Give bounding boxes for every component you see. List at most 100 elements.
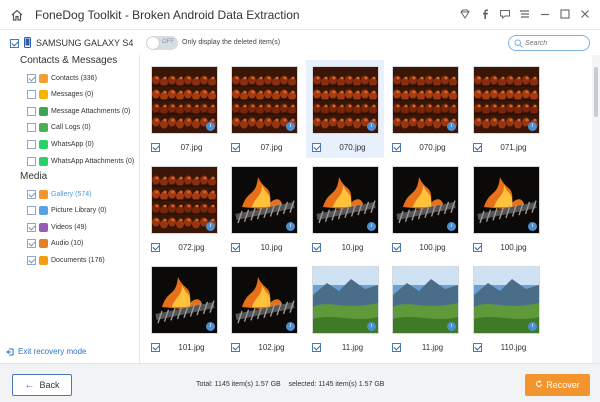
thumbnail-tile[interactable]: i 102.jpg [225,260,303,358]
thumbnail-image[interactable]: i [473,66,540,134]
thumbnail-image[interactable]: i [392,166,459,234]
info-icon[interactable]: i [286,322,295,331]
category-item[interactable]: Picture Library (0) [27,205,107,217]
category-item[interactable]: Contacts (336) [27,72,97,84]
device-row[interactable]: SAMSUNG GALAXY S4 [10,36,133,50]
category-checkbox[interactable] [27,123,36,133]
thumbnail-image[interactable]: i [312,266,379,334]
thumbnail-tile[interactable]: i 10.jpg [306,160,384,258]
thumbnail-checkbox[interactable] [473,343,482,352]
thumbnail-tile[interactable]: i 070.jpg [386,60,464,158]
category-item[interactable]: Gallery (574) [27,188,91,200]
thumbnail-image[interactable]: i [151,166,218,234]
chat-icon[interactable] [498,7,512,21]
category-checkbox[interactable] [27,156,36,166]
thumbnail-tile[interactable]: i 11.jpg [306,260,384,358]
info-icon[interactable]: i [367,122,376,131]
search-input[interactable] [525,38,585,49]
thumbnail-image[interactable]: i [231,266,298,334]
thumbnail-checkbox[interactable] [151,143,160,152]
category-item[interactable]: Videos (49) [27,221,87,233]
thumbnail-checkbox[interactable] [473,143,482,152]
scrollbar-thumb[interactable] [594,67,598,117]
thumbnail-checkbox[interactable] [312,143,321,152]
thumbnail-image[interactable]: i [151,266,218,334]
category-item[interactable]: WhatsApp Attachments (0) [27,155,134,167]
category-checkbox[interactable] [27,255,36,265]
category-item[interactable]: Call Logs (0) [27,122,91,134]
info-icon[interactable]: i [206,122,215,131]
category-checkbox[interactable] [27,139,36,149]
grid-scrollbar[interactable] [592,55,600,363]
thumbnail-tile[interactable]: i 070.jpg [306,60,384,158]
thumbnail-checkbox[interactable] [231,343,240,352]
info-icon[interactable]: i [447,222,456,231]
category-checkbox[interactable] [27,239,36,249]
category-item[interactable]: WhatsApp (0) [27,138,94,150]
menu-icon[interactable] [518,7,532,21]
category-item[interactable]: Documents (176) [27,254,105,266]
info-icon[interactable]: i [367,222,376,231]
exit-recovery-link[interactable]: Exit recovery mode [6,347,86,356]
thumbnail-checkbox[interactable] [312,243,321,252]
thumbnail-checkbox[interactable] [151,243,160,252]
thumbnail-tile[interactable]: i 07.jpg [145,60,223,158]
category-checkbox[interactable] [27,189,36,199]
category-checkbox[interactable] [27,206,36,216]
thumbnail-image[interactable]: i [151,66,218,134]
thumbnail-checkbox[interactable] [312,343,321,352]
info-icon[interactable]: i [528,222,537,231]
category-checkbox[interactable] [27,222,36,232]
maximize-icon[interactable] [558,7,572,21]
info-icon[interactable]: i [206,222,215,231]
thumbnail-checkbox[interactable] [392,243,401,252]
thumbnail-tile[interactable]: i 101.jpg [145,260,223,358]
thumbnail-checkbox[interactable] [231,243,240,252]
thumbnail-checkbox[interactable] [231,143,240,152]
thumbnail-tile[interactable]: i 100.jpg [386,160,464,258]
info-icon[interactable]: i [528,322,537,331]
thumbnail-image[interactable]: i [392,66,459,134]
info-icon[interactable]: i [528,122,537,131]
thumbnail-tile[interactable]: i 071.jpg [467,60,545,158]
recover-button[interactable]: Recover [525,374,590,396]
info-icon[interactable]: i [286,122,295,131]
category-checkbox[interactable] [27,106,36,116]
thumbnail-checkbox[interactable] [151,343,160,352]
thumbnail-tile[interactable]: i 072.jpg [145,160,223,258]
thumbnail-checkbox[interactable] [473,243,482,252]
thumbnail-image[interactable]: i [231,166,298,234]
thumbnail-image[interactable]: i [312,166,379,234]
category-item[interactable]: Audio (10) [27,238,83,250]
thumbnail-tile[interactable]: i 07.jpg [225,60,303,158]
thumbnail-checkbox[interactable] [392,343,401,352]
search-box[interactable] [508,35,590,51]
info-icon[interactable]: i [206,322,215,331]
category-item[interactable]: Messages (0) [27,89,93,101]
device-checkbox[interactable] [10,38,19,48]
category-item[interactable]: Message Attachments (0) [27,105,130,117]
thumbnail-image[interactable]: i [392,266,459,334]
thumbnail-image[interactable]: i [473,166,540,234]
info-icon[interactable]: i [447,122,456,131]
thumbnail-image[interactable]: i [473,266,540,334]
thumbnail-tile[interactable]: i 110.jpg [467,260,545,358]
thumbnail-image[interactable]: i [312,66,379,134]
home-icon[interactable] [10,8,24,22]
thumbnail-tile[interactable]: i 10.jpg [225,160,303,258]
thumbnail-image[interactable]: i [231,66,298,134]
back-button[interactable]: ← Back [12,374,72,396]
minimize-icon[interactable] [538,7,552,21]
facebook-icon[interactable] [478,7,492,21]
info-icon[interactable]: i [286,222,295,231]
category-checkbox[interactable] [27,90,36,100]
deleted-only-toggle[interactable]: OFF [146,36,178,50]
category-checkbox[interactable] [27,73,36,83]
diamond-icon[interactable] [458,7,472,21]
thumbnail-checkbox[interactable] [392,143,401,152]
thumbnail-tile[interactable]: i 100.jpg [467,160,545,258]
info-icon[interactable]: i [447,322,456,331]
info-icon[interactable]: i [367,322,376,331]
thumbnail-tile[interactable]: i 11.jpg [386,260,464,358]
close-icon[interactable] [578,7,592,21]
